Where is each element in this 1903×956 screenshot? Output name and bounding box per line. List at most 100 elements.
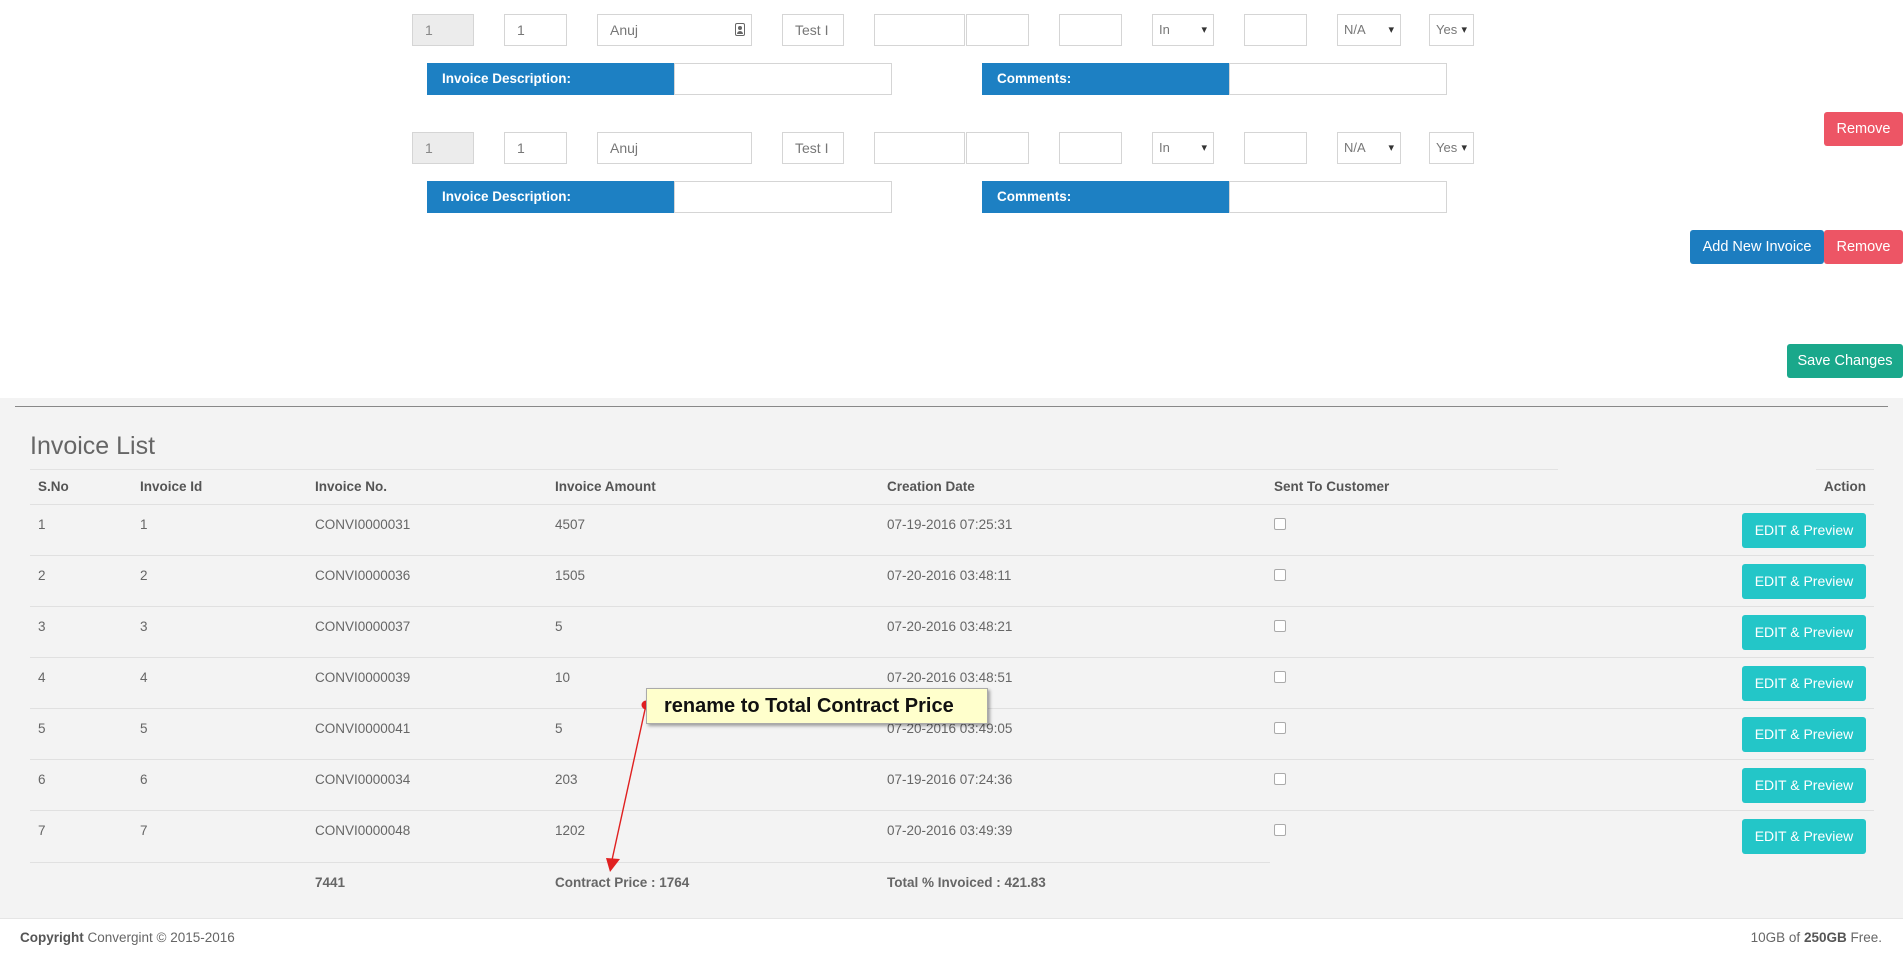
cell-invoice-id: 1 [140, 517, 148, 532]
storage-suffix: Free. [1850, 930, 1882, 945]
edit-preview-button[interactable]: EDIT & Preview [1742, 819, 1866, 854]
title-field[interactable]: Test I [782, 132, 844, 164]
column-header-sno: S.No [38, 479, 69, 494]
invoice-description-input[interactable] [674, 63, 892, 95]
comments-label: Comments: [982, 63, 1229, 95]
cell-sno: 6 [38, 772, 46, 787]
contract-price-total: Contract Price : 1764 [555, 875, 690, 890]
table-row: 6 6 CONVI0000034 203 07-19-2016 07:24:36 EDIT… [30, 759, 1874, 811]
sent-to-customer-checkbox[interactable] [1274, 518, 1286, 530]
invoice-id-field[interactable]: 1 [504, 14, 567, 46]
sno-field: 1 [412, 14, 474, 46]
cell-invoice-amount: 1202 [555, 823, 586, 838]
cell-invoice-id: 2 [140, 568, 148, 583]
invoice-description-label: Invoice Description: [427, 181, 674, 213]
cell-sno: 3 [38, 619, 46, 634]
copyright-label: Copyright [20, 930, 84, 945]
edit-preview-button[interactable]: EDIT & Preview [1742, 513, 1866, 548]
comments-input[interactable] [1229, 63, 1447, 95]
sent-select[interactable]: Yes [1429, 132, 1474, 164]
comments-label: Comments: [982, 181, 1229, 213]
copyright-text: Convergint © 2015-2016 [87, 930, 235, 945]
edit-preview-button[interactable]: EDIT & Preview [1742, 564, 1866, 599]
edit-preview-button[interactable]: EDIT & Preview [1742, 666, 1866, 701]
cell-sno: 7 [38, 823, 46, 838]
quantity-field[interactable] [966, 132, 1029, 164]
cell-invoice-no: CONVI0000031 [315, 517, 411, 532]
contact-value: Anuj [610, 22, 639, 38]
cell-creation-date: 07-19-2016 07:24:36 [887, 772, 1013, 787]
cell-invoice-id: 7 [140, 823, 148, 838]
column-header-invoice-amount: Invoice Amount [555, 479, 656, 494]
contact-card-icon [735, 23, 745, 36]
type-select[interactable]: In [1152, 14, 1214, 46]
amount-field[interactable] [874, 132, 965, 164]
invoice-list-panel: Invoice List S.No Invoice Id Invoice No.… [0, 398, 1903, 918]
cell-invoice-amount: 5 [555, 721, 563, 736]
title-rule [30, 469, 1558, 470]
save-changes-button[interactable]: Save Changes [1787, 344, 1903, 378]
title-field[interactable]: Test I [782, 14, 844, 46]
contact-field[interactable]: Anuj [597, 132, 752, 164]
amount-field[interactable] [874, 14, 965, 46]
cell-invoice-amount: 1505 [555, 568, 586, 583]
type-select-value: In [1159, 140, 1170, 155]
sent-select-value: Yes [1436, 22, 1458, 37]
cell-invoice-id: 5 [140, 721, 148, 736]
remove-button[interactable]: Remove [1824, 230, 1903, 264]
title-rule [1816, 469, 1874, 470]
footer-copyright: Copyright Convergint © 2015-2016 [20, 930, 235, 945]
cell-sno: 1 [38, 517, 46, 532]
tax-field[interactable] [1244, 14, 1307, 46]
status-select[interactable]: N/A [1337, 14, 1401, 46]
price-field[interactable] [1059, 14, 1122, 46]
tax-field[interactable] [1244, 132, 1307, 164]
cell-sno: 5 [38, 721, 46, 736]
contact-field[interactable]: Anuj [597, 14, 752, 46]
edit-preview-button[interactable]: EDIT & Preview [1742, 717, 1866, 752]
sent-to-customer-checkbox[interactable] [1274, 620, 1286, 632]
sent-select[interactable]: Yes [1429, 14, 1474, 46]
column-header-action: Action [1824, 479, 1866, 494]
sent-to-customer-checkbox[interactable] [1274, 824, 1286, 836]
comments-input[interactable] [1229, 181, 1447, 213]
column-header-invoice-id: Invoice Id [140, 479, 203, 494]
invoice-description-input[interactable] [674, 181, 892, 213]
sent-to-customer-checkbox[interactable] [1274, 569, 1286, 581]
invoice-description-label: Invoice Description: [427, 63, 674, 95]
column-header-invoice-no: Invoice No. [315, 479, 388, 494]
sent-to-customer-checkbox[interactable] [1274, 722, 1286, 734]
cell-sno: 4 [38, 670, 46, 685]
invoice-id-field[interactable]: 1 [504, 132, 567, 164]
column-header-creation-date: Creation Date [887, 479, 975, 494]
table-row: 3 3 CONVI0000037 5 07-20-2016 03:48:21 EDIT &… [30, 606, 1874, 658]
cell-invoice-id: 4 [140, 670, 148, 685]
add-new-invoice-button[interactable]: Add New Invoice [1690, 230, 1824, 264]
cell-invoice-no: CONVI0000041 [315, 721, 411, 736]
cell-invoice-no: CONVI0000039 [315, 670, 411, 685]
cell-creation-date: 07-19-2016 07:25:31 [887, 517, 1013, 532]
status-select-value: N/A [1344, 22, 1366, 37]
price-field[interactable] [1059, 132, 1122, 164]
invoice-edit-row: 1 1 Anuj Test I In N/A Yes [0, 14, 1903, 54]
cell-invoice-no: CONVI0000034 [315, 772, 411, 787]
status-select[interactable]: N/A [1337, 132, 1401, 164]
cell-invoice-amount: 5 [555, 619, 563, 634]
invoice-amount-sum: 7441 [315, 875, 346, 890]
invoice-edit-area: 1 1 Anuj Test I In N/A Yes Invoice Descr… [0, 0, 1903, 398]
sent-to-customer-checkbox[interactable] [1274, 671, 1286, 683]
annotation-callout: rename to Total Contract Price [646, 688, 988, 724]
sno-field: 1 [412, 132, 474, 164]
status-select-value: N/A [1344, 140, 1366, 155]
table-row: 2 2 CONVI0000036 1505 07-20-2016 03:48:11 EDI… [30, 555, 1874, 607]
edit-preview-button[interactable]: EDIT & Preview [1742, 615, 1866, 650]
contact-value: Anuj [610, 140, 639, 156]
quantity-field[interactable] [966, 14, 1029, 46]
type-select[interactable]: In [1152, 132, 1214, 164]
cell-invoice-no: CONVI0000036 [315, 568, 411, 583]
sent-to-customer-checkbox[interactable] [1274, 773, 1286, 785]
section-divider [15, 406, 1888, 407]
edit-preview-button[interactable]: EDIT & Preview [1742, 768, 1866, 803]
cell-invoice-no: CONVI0000037 [315, 619, 411, 634]
cell-invoice-amount: 10 [555, 670, 571, 685]
